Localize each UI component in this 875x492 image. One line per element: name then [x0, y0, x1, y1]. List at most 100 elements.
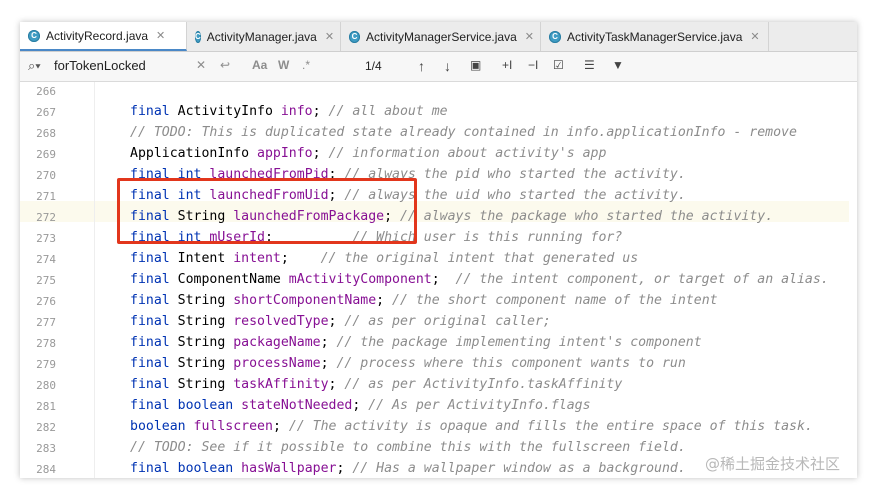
java-class-icon: C [549, 30, 561, 43]
tab-activity-record[interactable]: C ActivityRecord.java ✕ [20, 22, 187, 51]
line-number: 281 [36, 400, 56, 413]
watermark: @稀土掘金技术社区 [705, 455, 841, 473]
tab-activity-manager[interactable]: C ActivityManager.java ✕ [187, 22, 341, 51]
field-name: stateNotNeeded [241, 398, 353, 413]
field-name: fullscreen [193, 419, 273, 434]
filter-results-icon[interactable]: ☰ [584, 58, 595, 72]
close-tab-icon[interactable]: ✕ [156, 29, 165, 42]
line-number: 277 [36, 316, 56, 329]
regex-toggle[interactable]: .* [302, 58, 310, 72]
keyword: final [130, 293, 170, 308]
code-editor[interactable]: 266 267 final ActivityInfo info; // all … [20, 82, 857, 478]
close-tab-icon[interactable]: ✕ [750, 30, 759, 43]
new-line-icon[interactable]: ↩ [220, 58, 230, 72]
tab-label: ActivityRecord.java [46, 28, 149, 43]
field-name: mActivityComponent [288, 272, 432, 287]
field-name: info [280, 104, 313, 119]
comment: // The activity is opaque and fills the … [288, 419, 813, 434]
keyword: final boolean [130, 398, 234, 413]
line-number: 273 [36, 232, 56, 245]
code-line: 281 final boolean stateNotNeeded; // As … [20, 397, 857, 418]
code-line: 267 final ActivityInfo info; // all abou… [20, 103, 857, 124]
comment: // Has a wallpaper window as a backgroun… [352, 461, 686, 476]
close-tab-icon[interactable]: ✕ [525, 30, 534, 43]
keyword: final [130, 314, 170, 329]
line-number: 271 [36, 190, 56, 203]
comment: // all about me [328, 104, 448, 119]
type: String [169, 377, 234, 392]
field-name: resolvedType [233, 314, 329, 329]
code-line: 275 final ComponentName mActivityCompone… [20, 271, 857, 292]
tab-label: ActivityManager.java [206, 29, 317, 44]
line-number: 276 [36, 295, 56, 308]
type: ComponentName [169, 272, 289, 287]
field-name: intent [233, 251, 281, 266]
comment: // always the package who started the ac… [399, 209, 774, 224]
select-all-occurrences-icon[interactable]: ▣ [470, 58, 481, 72]
comment: // as per original caller; [344, 314, 551, 329]
line-number: 282 [36, 421, 56, 434]
line-number: 266 [36, 85, 56, 98]
java-class-icon: C [195, 30, 201, 43]
code-line: 278 final String packageName; // the pac… [20, 334, 857, 355]
match-case-toggle[interactable]: Aa [252, 58, 267, 72]
find-bar: ⌕▾ forTokenLocked ✕ ↩ Aa W .* 1/4 ↑ ↓ ▣ … [20, 52, 857, 82]
type: String [169, 335, 234, 350]
comment: // as per ActivityInfo.taskAffinity [344, 377, 623, 392]
comment: // the package implementing intent's com… [336, 335, 702, 350]
field-name: appInfo [257, 146, 313, 161]
field-name: processName [233, 356, 321, 371]
code-line: 266 [20, 82, 857, 103]
annotation-highlight-box [117, 178, 417, 244]
type: ActivityInfo [169, 104, 281, 119]
code-line: 269 ApplicationInfo appInfo; // informat… [20, 145, 857, 166]
type: Intent [169, 251, 234, 266]
select-occurrences-icon[interactable]: ☑ [553, 58, 564, 72]
keyword: boolean [130, 419, 186, 434]
line-number: 283 [36, 442, 56, 455]
tab-label: ActivityManagerService.java [366, 29, 517, 44]
field-name: hasWallpaper [241, 461, 337, 476]
keyword: final [130, 251, 170, 266]
previous-occurrence-icon[interactable]: ↑ [418, 58, 425, 74]
line-number: 269 [36, 148, 56, 161]
code-line: 282 boolean fullscreen; // The activity … [20, 418, 857, 439]
ide-window: C ActivityRecord.java ✕ C ActivityManage… [20, 22, 857, 478]
editor-tab-bar: C ActivityRecord.java ✕ C ActivityManage… [20, 22, 857, 52]
line-number: 268 [36, 127, 56, 140]
add-occurrence-icon[interactable]: +Ι [502, 58, 512, 72]
tab-activity-manager-service[interactable]: C ActivityManagerService.java ✕ [341, 22, 541, 51]
keyword: final [130, 104, 170, 119]
comment: // information about activity's app [328, 146, 607, 161]
tab-activity-task-manager-service[interactable]: C ActivityTaskManagerService.java ✕ [541, 22, 769, 51]
type: String [169, 356, 234, 371]
remove-occurrence-icon[interactable]: −Ι [528, 58, 538, 72]
comment: // TODO: This is duplicated state alread… [130, 125, 797, 140]
java-class-icon: C [28, 29, 40, 42]
line-number: 274 [36, 253, 56, 266]
search-icon[interactable]: ⌕▾ [28, 58, 41, 74]
keyword: final [130, 377, 170, 392]
match-counter: 1/4 [365, 59, 382, 73]
comment: // process where this component wants to… [336, 356, 686, 371]
line-number: 270 [36, 169, 56, 182]
code-line: 277 final String resolvedType; // as per… [20, 313, 857, 334]
vertical-scrollbar[interactable] [849, 82, 857, 478]
field-name: packageName [233, 335, 321, 350]
search-input[interactable]: forTokenLocked [54, 58, 146, 73]
comment: // the intent component, or target of an… [455, 272, 829, 287]
java-class-icon: C [349, 30, 361, 43]
filter-icon[interactable]: ▼ [612, 58, 624, 72]
code-line: 276 final String shortComponentName; // … [20, 292, 857, 313]
code-line: 279 final String processName; // process… [20, 355, 857, 376]
clear-search-icon[interactable]: ✕ [196, 58, 206, 72]
next-occurrence-icon[interactable]: ↓ [444, 58, 451, 74]
keyword: final [130, 335, 170, 350]
whole-words-toggle[interactable]: W [278, 58, 289, 72]
keyword: final boolean [130, 461, 234, 476]
line-number: 278 [36, 337, 56, 350]
code-line: 274 final Intent intent; // the original… [20, 250, 857, 271]
field-name: shortComponentName [233, 293, 377, 308]
close-tab-icon[interactable]: ✕ [325, 30, 334, 43]
type: String [169, 293, 234, 308]
